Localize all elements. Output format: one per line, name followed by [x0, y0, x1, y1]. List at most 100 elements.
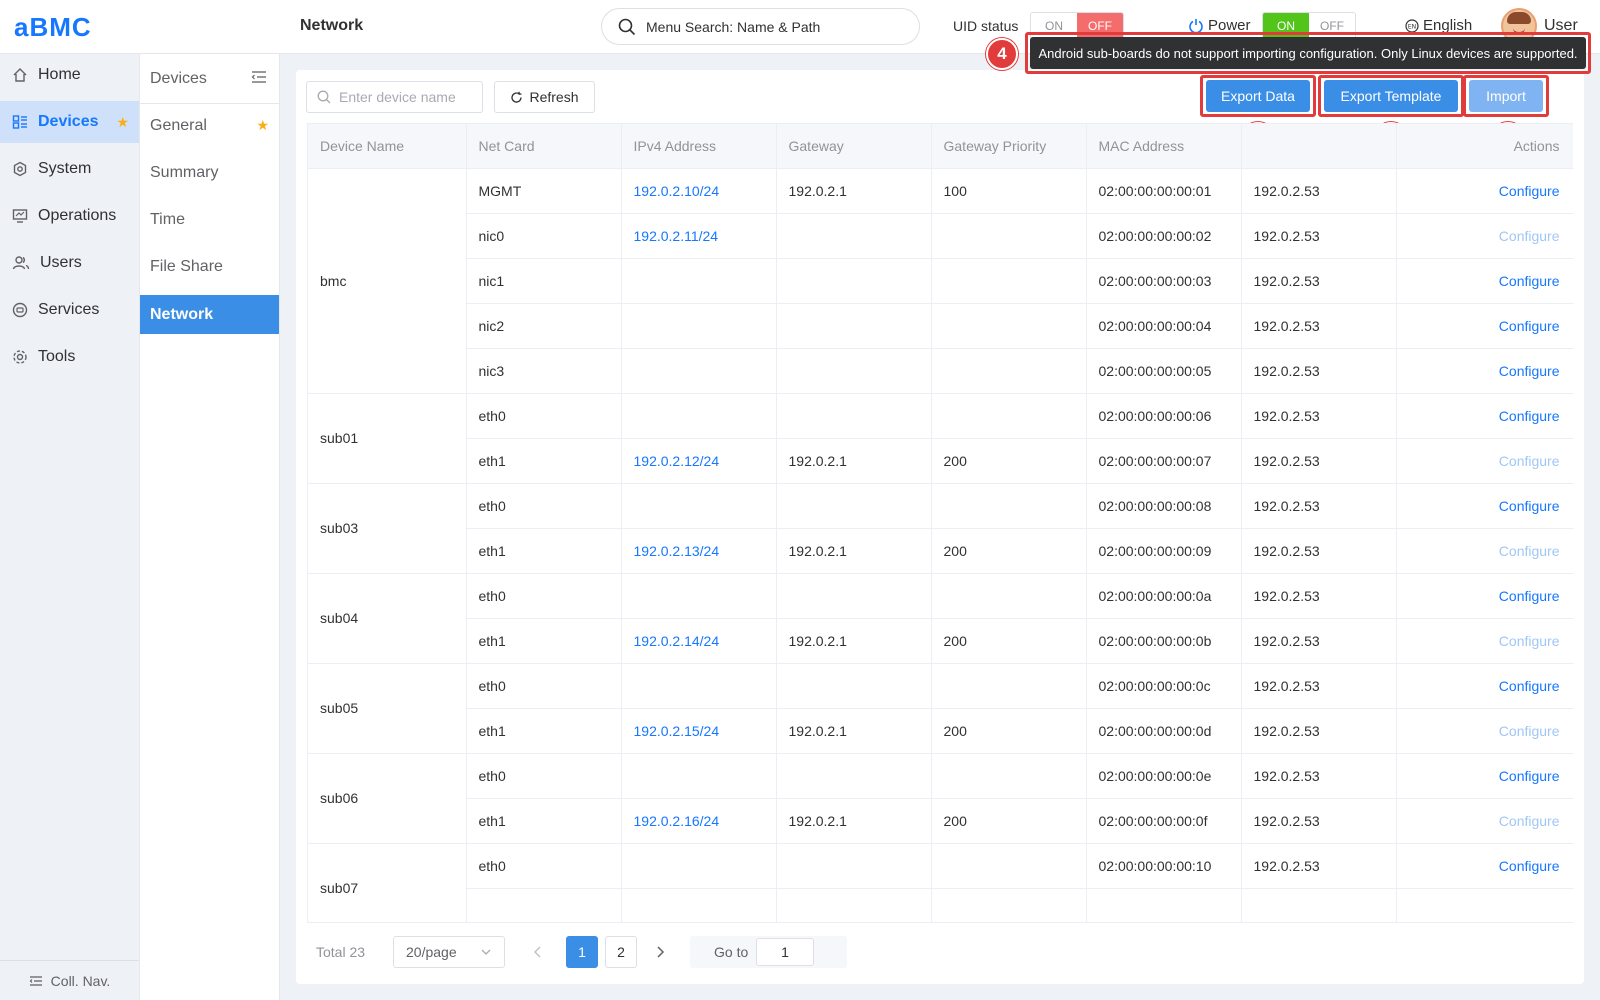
table-row: nic0 192.0.2.11/24 02:00:00:00:00:02 192.0.… — [308, 213, 1573, 259]
column-header: MAC Address — [1086, 124, 1242, 169]
subnav-item-label: General — [150, 116, 207, 134]
sub-sidebar-header: Devices — [140, 54, 279, 104]
gateway-priority-cell — [931, 663, 1087, 709]
column-header: Gateway Priority — [931, 124, 1087, 169]
star-icon: ★ — [116, 113, 129, 130]
net-card-cell: eth1 — [466, 708, 622, 754]
ipv4-cell — [621, 258, 777, 304]
actions-cell: Configure — [1396, 258, 1573, 304]
sidebar-item-users[interactable]: Users — [0, 242, 139, 284]
network-panel: Enter device name Refresh Export Data 1 … — [296, 70, 1584, 984]
sub-sidebar-title: Devices — [150, 69, 207, 87]
sidebar-item-services[interactable]: Services — [0, 289, 139, 331]
sidebar-item-label: Tools — [38, 348, 76, 365]
mac-address-cell: 02:00:00:00:00:0e — [1086, 753, 1242, 799]
subnav-item-general[interactable]: General ★ — [140, 106, 279, 145]
address-cell: 192.0.2.53 — [1241, 843, 1397, 889]
gateway-cell — [776, 213, 932, 259]
table-row: nic3 02:00:00:00:00:05 192.0.2.53 Configure — [308, 348, 1573, 394]
sidebar-item-system[interactable]: System — [0, 148, 139, 190]
net-card-cell: eth1 — [466, 438, 622, 484]
app-logo[interactable]: aBMC — [14, 12, 92, 43]
sidebar-item-label: Devices — [38, 113, 99, 130]
table-row: nic2 02:00:00:00:00:04 192.0.2.53 Configure — [308, 303, 1573, 349]
gateway-priority-cell: 200 — [931, 438, 1087, 484]
sidebar-item-label: System — [38, 160, 92, 177]
configure-link: Configure — [1498, 722, 1560, 739]
device-name-cell: sub07 — [308, 843, 467, 922]
chevron-left-icon[interactable] — [531, 944, 545, 960]
page-button-1[interactable]: 1 — [566, 936, 598, 968]
gateway-priority-cell — [931, 303, 1087, 349]
configure-link[interactable]: Configure — [1499, 273, 1560, 289]
net-card-cell: nic2 — [466, 303, 622, 349]
ipv4-cell — [621, 843, 777, 889]
search-icon — [618, 18, 636, 35]
ipv4-cell — [621, 303, 777, 349]
mac-address-cell: 02:00:00:00:00:09 — [1086, 528, 1242, 574]
gateway-priority-cell — [931, 888, 1087, 922]
configure-link[interactable]: Configure — [1499, 408, 1560, 424]
mac-address-cell: 02:00:00:00:00:0d — [1086, 708, 1242, 754]
search-icon — [317, 90, 331, 104]
column-header: Net Card — [466, 124, 622, 169]
address-cell: 192.0.2.53 — [1241, 573, 1397, 619]
subnav-item-summary[interactable]: Summary — [140, 153, 279, 192]
gateway-priority-cell — [931, 843, 1087, 889]
ipv4-cell — [621, 348, 777, 394]
menu-search-input[interactable]: Menu Search: Name & Path — [601, 8, 920, 45]
actions-cell — [1396, 888, 1573, 922]
address-cell: 192.0.2.53 — [1241, 618, 1397, 664]
net-card-cell: eth1 — [466, 798, 622, 844]
actions-cell: Configure — [1396, 798, 1573, 844]
subnav-item-time[interactable]: Time — [140, 200, 279, 239]
gateway-cell: 192.0.2.1 — [776, 438, 932, 484]
mac-address-cell: 02:00:00:00:00:06 — [1086, 393, 1242, 439]
configure-link[interactable]: Configure — [1499, 363, 1560, 379]
sidebar: Home Devices ★ System Operations Users S… — [0, 54, 140, 1000]
goto-page-input[interactable]: 1 — [756, 938, 814, 966]
refresh-button[interactable]: Refresh — [494, 81, 595, 113]
table-row: bmc MGMT 192.0.2.10/24 192.0.2.1 100 02:00:00… — [308, 168, 1573, 394]
gateway-cell: 192.0.2.1 — [776, 168, 932, 214]
collapse-menu-icon[interactable] — [251, 70, 267, 84]
table-body: bmc MGMT 192.0.2.10/24 192.0.2.1 100 02:00:00… — [308, 168, 1573, 922]
configure-link[interactable]: Configure — [1499, 318, 1560, 334]
page-size-select[interactable]: 20/page — [393, 936, 505, 968]
chevron-down-icon — [481, 949, 491, 955]
gateway-cell: 192.0.2.1 — [776, 528, 932, 574]
configure-link[interactable]: Configure — [1499, 183, 1560, 199]
configure-link[interactable]: Configure — [1499, 768, 1560, 784]
subnav-item-file-share[interactable]: File Share — [140, 247, 279, 286]
page-button-2[interactable]: 2 — [605, 936, 637, 968]
device-search-placeholder: Enter device name — [339, 89, 456, 105]
tools-icon — [13, 350, 27, 364]
mac-address-cell: 02:00:00:00:00:0b — [1086, 618, 1242, 664]
gateway-cell — [776, 888, 932, 922]
configure-link[interactable]: Configure — [1499, 588, 1560, 604]
address-cell: 192.0.2.53 — [1241, 663, 1397, 709]
mac-address-cell: 02:00:00:00:00:05 — [1086, 348, 1242, 394]
configure-link: Configure — [1498, 542, 1560, 559]
configure-link[interactable]: Configure — [1499, 678, 1560, 694]
sidebar-item-label: Operations — [38, 207, 117, 224]
mac-address-cell: 02:00:00:00:00:08 — [1086, 483, 1242, 529]
actions-cell: Configure — [1396, 663, 1573, 709]
sidebar-item-operations[interactable]: Operations — [0, 195, 139, 237]
configure-link[interactable]: Configure — [1499, 858, 1560, 874]
sidebar-item-devices[interactable]: Devices ★ — [0, 101, 139, 143]
gateway-priority-cell — [931, 753, 1087, 799]
ipv4-cell — [621, 888, 777, 922]
collapse-icon — [29, 975, 42, 986]
sidebar-item-tools[interactable]: Tools — [0, 336, 139, 378]
annotation-badge-4: 4 — [986, 38, 1018, 70]
language-icon: EN — [1405, 18, 1419, 33]
subnav-item-network[interactable]: Network — [140, 295, 279, 334]
chevron-right-icon[interactable] — [653, 944, 667, 960]
highlight-export-data — [1200, 75, 1316, 117]
collapse-nav-button[interactable]: Coll. Nav. — [0, 960, 139, 1000]
sidebar-item-home[interactable]: Home — [0, 54, 139, 96]
device-search-input[interactable]: Enter device name — [306, 81, 483, 113]
net-card-cell — [466, 888, 622, 922]
configure-link[interactable]: Configure — [1499, 498, 1560, 514]
